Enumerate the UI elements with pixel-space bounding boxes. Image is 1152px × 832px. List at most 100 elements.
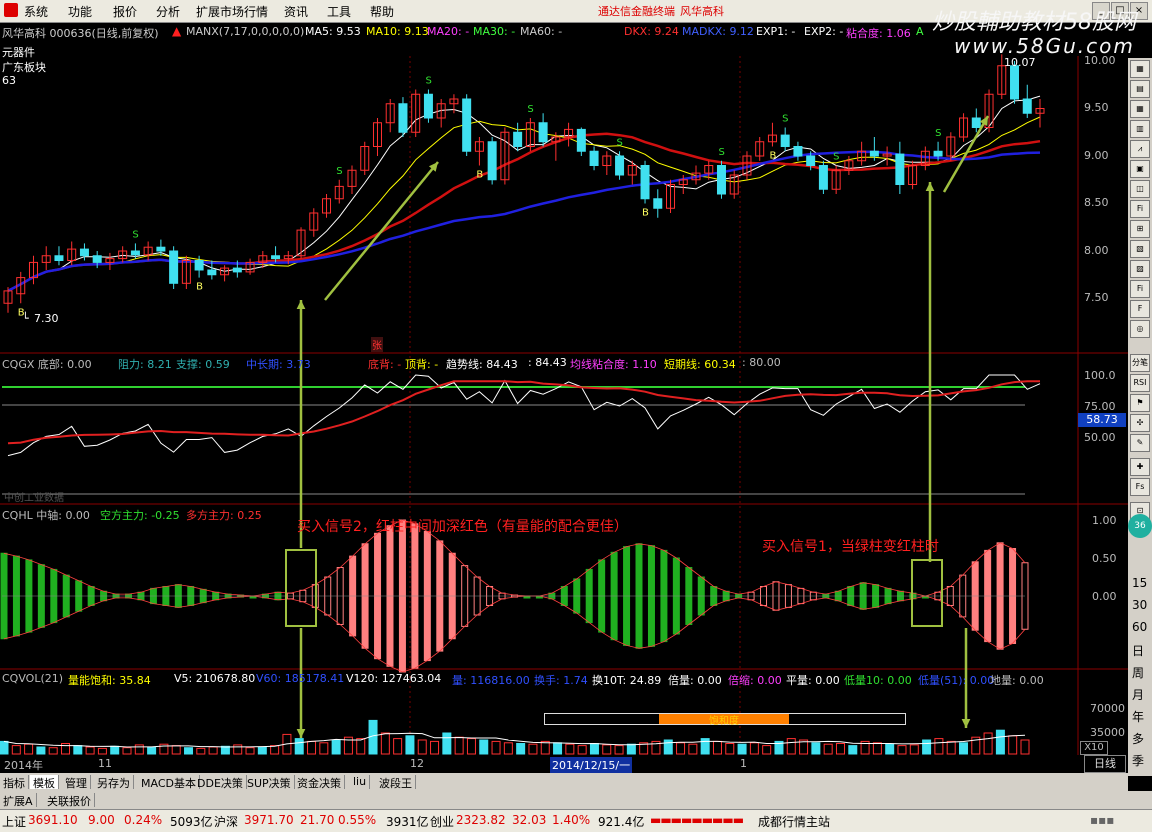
volume-bar — [36, 746, 46, 755]
tool-button-18[interactable]: ✚ — [1130, 458, 1150, 476]
dkx-label: DKX: 9.24 — [624, 25, 679, 38]
tool-button-16[interactable]: ✣ — [1130, 414, 1150, 432]
tool-button-6[interactable]: ▣ — [1130, 160, 1150, 178]
tab-indicator[interactable]: 指标 — [0, 775, 29, 790]
tool-button-14[interactable]: ◎ — [1130, 320, 1150, 338]
volume-bar — [430, 740, 440, 755]
menu-news[interactable]: 资讯 — [284, 3, 308, 20]
exp1-label: EXP1: - — [756, 25, 796, 38]
candle-body — [487, 141, 497, 181]
volume-bar — [356, 738, 366, 755]
scale-60[interactable]: 60 — [1132, 620, 1147, 634]
tool-button-13[interactable]: F — [1130, 300, 1150, 318]
cqhl-label: CQHL 中轴: 0.00 — [2, 509, 90, 522]
menu-help[interactable]: 帮助 — [370, 3, 394, 20]
tab-save-as[interactable]: 另存为 — [94, 775, 134, 790]
tool-button-2[interactable]: ▤ — [1130, 80, 1150, 98]
period-month[interactable]: 月 — [1132, 686, 1144, 703]
sz-value: 3971.70 — [244, 813, 294, 827]
tab-liu[interactable]: liu — [350, 775, 371, 789]
tool-button-7[interactable]: ◫ — [1130, 180, 1150, 198]
tool-button-12[interactable]: Fi — [1130, 280, 1150, 298]
tab-dde[interactable]: DDE决策 — [194, 775, 247, 790]
cqgx-zuli: 阻力: 8.21 — [118, 358, 172, 371]
period-multi[interactable]: 多 — [1132, 730, 1144, 747]
tool-button-11[interactable]: ▨ — [1130, 260, 1150, 278]
period-year[interactable]: 年 — [1132, 708, 1144, 725]
cqvol-v60: V60: 185178.41 — [256, 672, 345, 685]
tool-button-1[interactable]: ▦ — [1130, 60, 1150, 78]
date-cursor: 2014/12/15/一 — [550, 757, 633, 773]
tool-button-19[interactable]: Fs — [1130, 478, 1150, 496]
volume-bar — [737, 743, 747, 755]
tool-button-9[interactable]: ⊞ — [1130, 220, 1150, 238]
rsi-button[interactable]: RSI — [1130, 374, 1150, 392]
tab-sup[interactable]: SUP决策 — [244, 775, 295, 790]
tool-button-17[interactable]: ✎ — [1130, 434, 1150, 452]
ma60-label: MA60: - — [520, 25, 563, 38]
tab-ext-a[interactable]: 扩展A — [0, 793, 37, 808]
tool-button-3[interactable]: ▦ — [1130, 100, 1150, 118]
menu-quote[interactable]: 报价 — [113, 3, 137, 20]
tab-related-quote[interactable]: 关联报价 — [44, 793, 95, 808]
volume-bar — [565, 743, 575, 755]
menu-extended-market[interactable]: 扩展市场行情 — [196, 3, 268, 20]
volume-bar — [848, 745, 858, 755]
server-name: 成都行情主站 — [758, 815, 831, 829]
menu-analysis[interactable]: 分析 — [156, 3, 180, 20]
tab-fund[interactable]: 资金决策 — [294, 775, 345, 790]
sz-amount: 3931亿 — [386, 815, 429, 829]
arrow-signal2-to-price-head — [296, 300, 306, 310]
promo-terminal[interactable]: 通达信金融终端 — [598, 3, 675, 19]
score-badge-icon: 36 — [1128, 514, 1152, 538]
cqvol-header: CQVOL(21) 量能饱和: 35.84 V5: 210678.80 V60:… — [0, 671, 1080, 687]
tool-button-5[interactable]: ⩘ — [1130, 140, 1150, 158]
buy-marker: B — [476, 170, 483, 181]
menu-tools[interactable]: 工具 — [327, 3, 351, 20]
cqvol-v5: V5: 210678.80 — [174, 672, 256, 685]
menu-system[interactable]: 系统 — [24, 3, 48, 20]
candle-body — [194, 260, 204, 271]
period-week[interactable]: 周 — [1132, 664, 1144, 681]
cqgx-tick: 100.0 — [1084, 369, 1116, 382]
app-logo — [4, 3, 18, 17]
cqgx-qushi: 趋势线: 84.43 — [446, 358, 518, 371]
tab-template[interactable]: 模板 — [30, 775, 59, 790]
volume-bar — [589, 743, 599, 755]
tab-manage[interactable]: 管理 — [62, 775, 91, 790]
period-button[interactable]: 日线 — [1084, 755, 1126, 773]
tool-button-10[interactable]: ▧ — [1130, 240, 1150, 258]
ma20-line — [7, 132, 1041, 293]
volume-bar — [614, 745, 624, 755]
sell-marker: S — [935, 128, 941, 139]
tool-button-4[interactable]: ▥ — [1130, 120, 1150, 138]
candle-body — [971, 117, 981, 128]
volume-bar — [466, 738, 476, 755]
period-annual[interactable]: 年 — [1132, 774, 1144, 791]
cqhl-tick: 0.00 — [1092, 590, 1117, 603]
sell-marker: S — [527, 104, 533, 115]
period-day[interactable]: 日 — [1132, 642, 1144, 659]
up-arrow-icon: ▲ — [172, 24, 182, 38]
fenbi-button[interactable]: 分笔 — [1130, 354, 1150, 372]
price-tick: 8.00 — [1084, 244, 1109, 257]
cqgx-val2: : 84.43 — [528, 356, 567, 369]
period-quarter[interactable]: 季 — [1132, 752, 1144, 769]
volume-bar — [491, 740, 501, 755]
tool-button-15[interactable]: ⚑ — [1130, 394, 1150, 412]
tab-bodong[interactable]: 波段王 — [376, 775, 416, 790]
menu-function[interactable]: 功能 — [68, 3, 92, 20]
volume-bar — [196, 747, 206, 755]
tool-button-8[interactable]: Fi — [1130, 200, 1150, 218]
volume-bar — [516, 743, 526, 755]
promo-stock[interactable]: 风华高科 — [680, 3, 724, 19]
sell-marker: S — [132, 229, 138, 240]
volume-unit: X10 — [1080, 741, 1108, 755]
candle-body — [156, 246, 166, 252]
volume-bar — [811, 742, 821, 755]
volume-bar — [1020, 739, 1030, 755]
scale-30[interactable]: 30 — [1132, 598, 1147, 612]
scale-15[interactable]: 15 — [1132, 576, 1147, 590]
tab-macd[interactable]: MACD基本 — [138, 775, 200, 790]
volume-bar — [885, 743, 895, 755]
